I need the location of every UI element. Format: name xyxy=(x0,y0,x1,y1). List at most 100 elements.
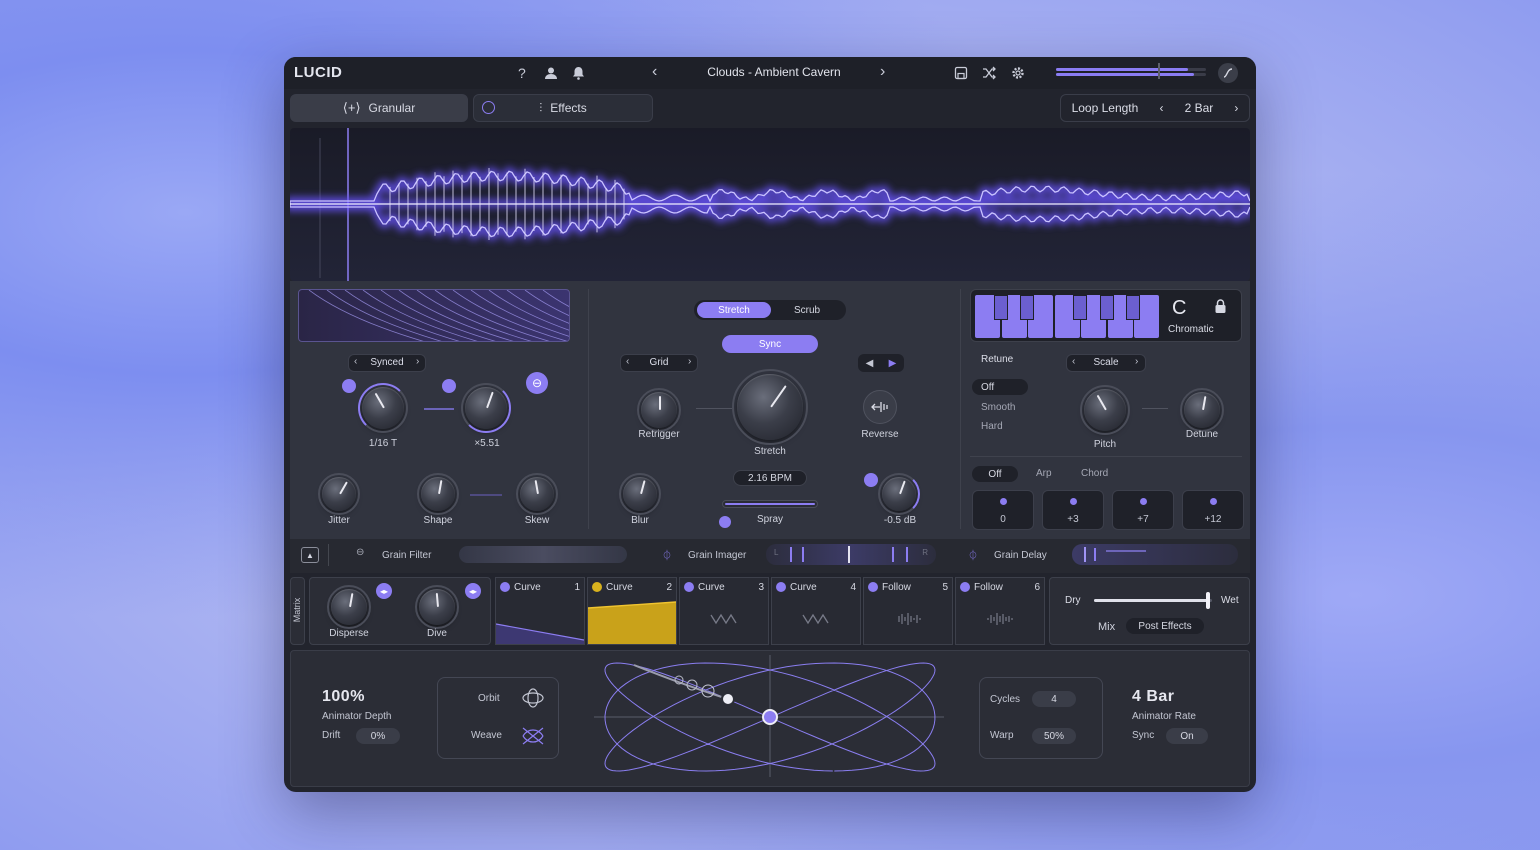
save-icon[interactable] xyxy=(954,66,968,85)
curve-mode-button[interactable] xyxy=(1218,63,1238,83)
filter-minus-icon[interactable]: ⊖ xyxy=(356,547,364,558)
detune-knob[interactable] xyxy=(1184,392,1220,428)
grain-imager-label[interactable]: Grain Imager xyxy=(688,550,746,561)
animator-sync-value[interactable]: On xyxy=(1166,728,1208,744)
mod-source-icon[interactable] xyxy=(684,582,694,592)
tab-granular[interactable]: ⟨+⟩ Granular xyxy=(290,94,468,122)
mod-source-icon[interactable] xyxy=(868,582,878,592)
animator-depth-value[interactable]: 100% xyxy=(322,688,365,706)
loop-length-control[interactable]: Loop Length ‹ 2 Bar › xyxy=(1060,94,1250,122)
post-effects-toggle[interactable]: Post Effects xyxy=(1126,618,1204,634)
dry-wet-slider[interactable] xyxy=(1094,599,1212,602)
mod-slot-1[interactable]: Curve 1 xyxy=(495,577,585,645)
bell-icon[interactable] xyxy=(572,66,585,85)
skew-knob[interactable] xyxy=(520,477,554,511)
animator-path-display[interactable] xyxy=(594,655,944,777)
interval-slot[interactable]: +3 xyxy=(1042,490,1104,530)
root-key[interactable]: C xyxy=(1172,297,1186,320)
grain-filter-display[interactable] xyxy=(459,546,627,563)
dry-wet-thumb[interactable] xyxy=(1206,592,1210,609)
mod-source-icon[interactable] xyxy=(500,582,510,592)
multiplier-knob[interactable] xyxy=(465,387,507,429)
sync-toggle[interactable]: Sync xyxy=(722,335,818,353)
animator-rate-value[interactable]: 4 Bar xyxy=(1132,688,1175,706)
grain-delay-display[interactable] xyxy=(1072,544,1238,565)
settings-gear-icon[interactable] xyxy=(1011,66,1025,85)
grid-next-icon[interactable]: › xyxy=(688,356,691,367)
grain-filter-label[interactable]: Grain Filter xyxy=(382,550,431,561)
prev-preset-button[interactable]: ‹ xyxy=(652,64,657,80)
mod-slot-6[interactable]: Follow 6 xyxy=(955,577,1045,645)
jitter-knob[interactable] xyxy=(322,477,356,511)
weave-icon[interactable] xyxy=(521,725,545,752)
piano-black-key[interactable] xyxy=(994,295,1008,320)
shuffle-icon[interactable] xyxy=(982,66,997,85)
grain-imager-display[interactable]: L R xyxy=(766,544,936,565)
orbit-label[interactable]: Orbit xyxy=(478,693,500,704)
mod-source-icon[interactable] xyxy=(592,582,602,592)
scale-name[interactable]: Chromatic xyxy=(1168,324,1214,335)
tab-effects[interactable]: ⫶ Effects xyxy=(473,94,653,122)
sync-mode-next-icon[interactable]: › xyxy=(416,356,419,367)
piano-black-key[interactable] xyxy=(1100,295,1114,320)
harmony-arp[interactable]: Arp xyxy=(1036,468,1052,479)
pitch-knob[interactable] xyxy=(1084,389,1126,431)
piano-black-key[interactable] xyxy=(1020,295,1034,320)
gain-mod-icon[interactable] xyxy=(864,473,878,487)
grain-delay-label[interactable]: Grain Delay xyxy=(994,550,1047,561)
matrix-tab[interactable]: Matrix xyxy=(290,577,305,645)
play-right-icon[interactable]: ▶ xyxy=(889,358,897,369)
imager-power-icon[interactable]: ⏀ xyxy=(662,547,672,562)
interval-slot[interactable]: 0 xyxy=(972,490,1034,530)
waveform-display[interactable] xyxy=(290,128,1250,281)
mod-source-icon[interactable] xyxy=(960,582,970,592)
disperse-mod-icon[interactable]: ◂▸ xyxy=(376,583,392,599)
next-preset-button[interactable]: › xyxy=(880,64,885,80)
gain-knob[interactable] xyxy=(882,477,916,511)
scale-next-icon[interactable]: › xyxy=(1135,356,1138,367)
mod-slot-4[interactable]: Curve 4 xyxy=(771,577,861,645)
delay-power-icon[interactable]: ⏀ xyxy=(968,547,978,562)
scrub-tab[interactable]: Scrub xyxy=(771,302,843,318)
stretch-knob[interactable] xyxy=(737,374,803,440)
retune-smooth[interactable]: Smooth xyxy=(981,402,1015,413)
interval-slot[interactable]: +12 xyxy=(1182,490,1244,530)
rate-knob[interactable] xyxy=(362,387,404,429)
retune-hard[interactable]: Hard xyxy=(981,421,1003,432)
link-icon[interactable]: ⊖ xyxy=(526,372,548,394)
weave-label[interactable]: Weave xyxy=(471,730,502,741)
power-icon[interactable] xyxy=(482,101,495,114)
output-volume-meter[interactable] xyxy=(1056,67,1206,77)
blur-knob[interactable] xyxy=(623,477,657,511)
dive-mod-icon[interactable]: ◂▸ xyxy=(465,583,481,599)
drift-value[interactable]: 0% xyxy=(356,728,400,744)
mod-slot-5[interactable]: Follow 5 xyxy=(863,577,953,645)
retrigger-knob[interactable] xyxy=(641,392,677,428)
spray-slider[interactable] xyxy=(722,500,818,508)
bpm-display[interactable]: 2.16 BPM xyxy=(733,470,807,486)
disperse-knob[interactable] xyxy=(331,589,367,625)
grain-envelope-display[interactable] xyxy=(298,289,570,342)
direction-toggle[interactable]: ◀ ▶ xyxy=(858,354,904,372)
piano-black-key[interactable] xyxy=(1073,295,1087,320)
loop-prev-icon[interactable]: ‹ xyxy=(1159,101,1163,115)
mod-slot-3[interactable]: Curve 3 xyxy=(679,577,769,645)
animator-point[interactable] xyxy=(722,693,734,705)
rate-mod-icon[interactable] xyxy=(342,379,356,393)
help-icon[interactable]: ? xyxy=(518,65,526,81)
orbit-icon[interactable] xyxy=(521,687,545,714)
dive-knob[interactable] xyxy=(419,589,455,625)
scale-keyboard[interactable] xyxy=(975,295,1161,338)
piano-black-key[interactable] xyxy=(1126,295,1140,320)
animator-center-point[interactable] xyxy=(763,710,777,724)
spray-mod-icon[interactable] xyxy=(719,516,731,528)
retune-off[interactable]: Off xyxy=(972,379,1028,395)
reverse-button[interactable] xyxy=(863,390,897,424)
cycles-value[interactable]: 4 xyxy=(1032,691,1076,707)
harmony-off[interactable]: Off xyxy=(972,466,1018,482)
mod-slot-2[interactable]: Curve 2 xyxy=(587,577,677,645)
preset-name[interactable]: Clouds - Ambient Cavern xyxy=(664,65,884,79)
multiplier-mod-icon[interactable] xyxy=(442,379,456,393)
lock-icon[interactable] xyxy=(1214,299,1227,319)
loop-next-icon[interactable]: › xyxy=(1234,101,1238,115)
